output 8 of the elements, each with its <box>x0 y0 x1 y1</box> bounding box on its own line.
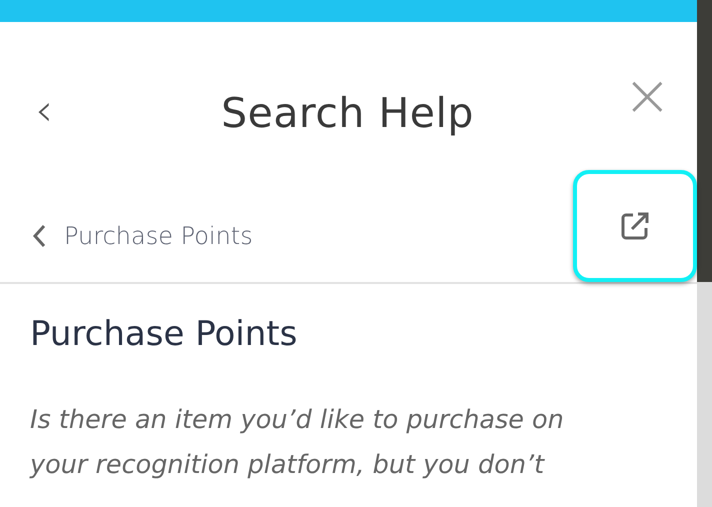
external-link-button[interactable] <box>573 170 697 282</box>
article-intro: Is there an item you’d like to purchase on your recognition platform, but you don’t <box>30 404 565 482</box>
article-title: Purchase Points <box>30 314 298 354</box>
external-link-icon <box>619 210 651 242</box>
chevron-left-icon <box>32 224 46 248</box>
panel-title: Search Help <box>220 89 475 137</box>
breadcrumb-link[interactable]: Purchase Points <box>32 222 253 250</box>
back-button[interactable]: ‹ <box>30 89 58 133</box>
